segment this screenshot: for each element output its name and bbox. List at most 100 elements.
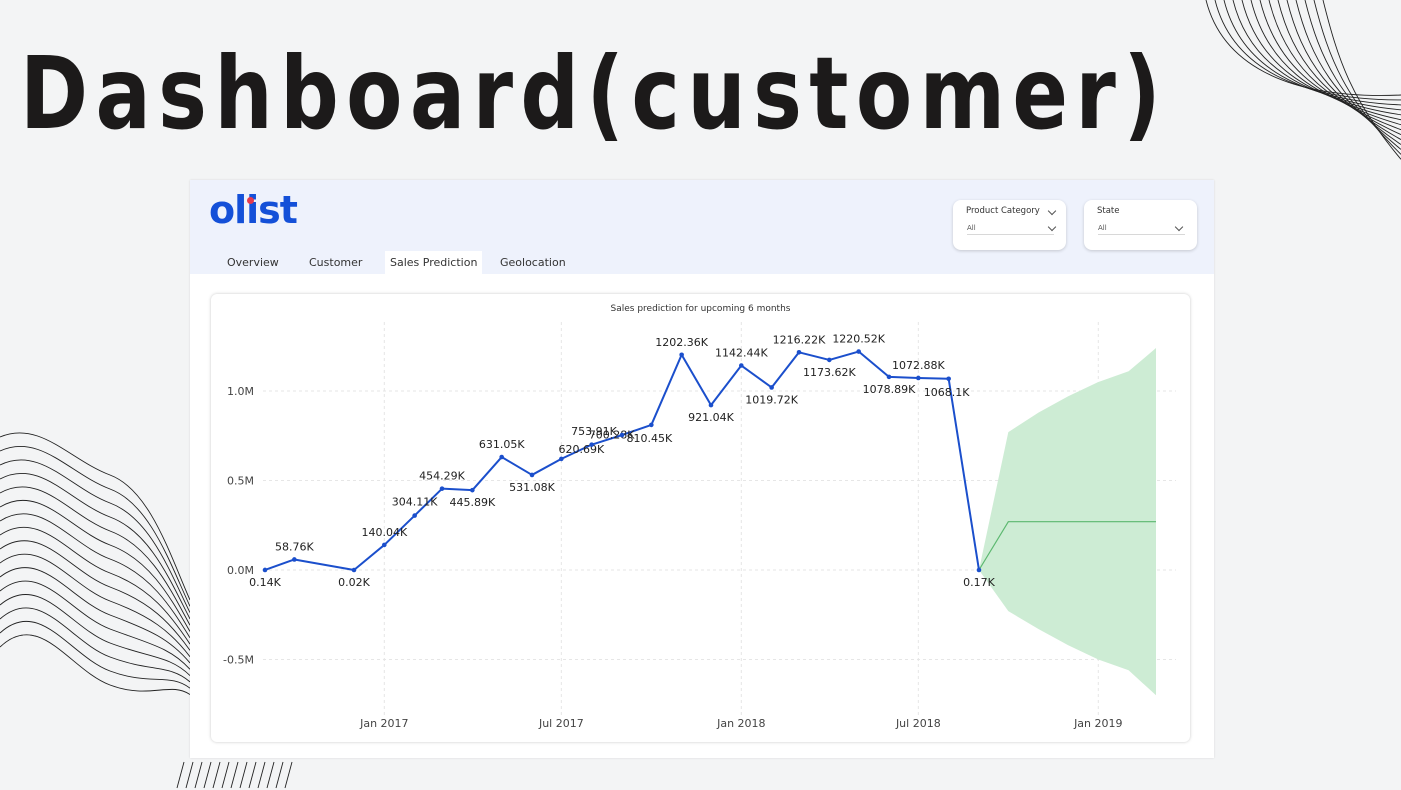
decorative-line: [194, 761, 203, 789]
report-panel: olist Overview Customer Sales Prediction…: [190, 180, 1214, 758]
data-label: 58.76K: [275, 540, 314, 553]
data-label: 1142.44K: [715, 347, 768, 360]
data-point: [946, 376, 951, 382]
y-tick-label: -0.5M: [223, 654, 254, 667]
slicer-underline: [1098, 234, 1185, 235]
data-point: [886, 374, 892, 380]
decorative-waves-top-right: [1205, 0, 1401, 160]
x-tick-label: Jan 2019: [1073, 717, 1122, 730]
x-tick-label: Jan 2018: [716, 717, 765, 730]
decorative-line: [0, 540, 190, 651]
decorative-line: [1313, 0, 1401, 155]
decorative-line: [221, 761, 230, 789]
data-label: 1220.52K: [832, 333, 885, 346]
data-label: 140.04K: [361, 526, 407, 539]
data-point: [976, 567, 982, 573]
chevron-down-icon[interactable]: [1047, 206, 1057, 216]
product-category-slicer[interactable]: Product Category All: [953, 200, 1066, 250]
data-label: 921.04K: [688, 411, 734, 424]
data-point: [529, 472, 535, 478]
data-label: 0.14K: [249, 576, 281, 589]
report-header: olist Overview Customer Sales Prediction…: [190, 180, 1214, 274]
decorative-line: [176, 761, 185, 789]
data-point: [559, 456, 564, 462]
data-label: 631.05K: [479, 438, 525, 451]
decorative-line: [0, 607, 190, 683]
decorative-line: [0, 445, 190, 607]
data-label: 1173.62K: [803, 366, 856, 379]
decorative-line: [257, 761, 266, 789]
decorative-line: [1214, 0, 1401, 101]
chart-title: Sales prediction for upcoming 6 months: [611, 304, 791, 314]
decorative-line: [1277, 0, 1401, 136]
sales-prediction-chart: Sales prediction for upcoming 6 months 1.…: [223, 304, 1176, 730]
data-point: [856, 349, 861, 354]
decorative-line: [203, 761, 212, 789]
decorative-line: [185, 761, 194, 789]
data-point: [351, 567, 357, 573]
slicer-value[interactable]: All: [967, 224, 976, 232]
decorative-line: [1304, 0, 1401, 150]
decorative-line: [1295, 0, 1401, 145]
data-label: 1216.22K: [773, 333, 826, 346]
decorative-line: [275, 761, 284, 789]
data-point: [382, 542, 387, 548]
data-label: 0.02K: [338, 576, 370, 589]
tab-geolocation[interactable]: Geolocation: [500, 251, 566, 274]
data-point: [412, 513, 417, 518]
data-label: 304.11K: [392, 496, 438, 509]
data-label: 1072.88K: [892, 359, 945, 372]
data-point: [439, 486, 445, 491]
data-point: [796, 349, 802, 355]
data-point: [262, 567, 268, 573]
decorative-line: [1241, 0, 1401, 116]
decorative-line: [284, 761, 293, 789]
data-point: [589, 442, 594, 447]
data-point: [739, 363, 744, 368]
chevron-down-icon[interactable]: [1174, 222, 1184, 232]
data-label: 1078.89K: [863, 383, 916, 396]
x-tick-label: Jul 2017: [538, 717, 584, 730]
slicer-label: Product Category: [966, 206, 1040, 216]
data-point: [470, 487, 475, 493]
decorative-line: [0, 553, 190, 657]
data-point: [679, 352, 684, 358]
data-label: 1202.36K: [655, 336, 708, 349]
decorative-line: [0, 634, 190, 695]
data-label: 445.89K: [449, 496, 495, 509]
chevron-down-icon[interactable]: [1047, 222, 1057, 232]
decorative-line: [230, 761, 239, 789]
olist-logo: olist: [209, 188, 298, 232]
decorative-line: [239, 761, 248, 789]
slicer-label: State: [1097, 206, 1120, 216]
logo-dot: [247, 197, 254, 204]
slicer-value[interactable]: All: [1098, 224, 1107, 232]
data-label: 531.08K: [509, 481, 555, 494]
data-label: 810.45K: [626, 432, 672, 445]
decorative-line: [1205, 0, 1401, 96]
data-point: [619, 432, 625, 438]
tab-sales-prediction[interactable]: Sales Prediction: [385, 251, 483, 274]
page-title: Dashboard(customer): [20, 35, 1169, 152]
decorative-line: [0, 432, 190, 601]
y-tick-label: 0.5M: [227, 475, 254, 488]
y-tick-label: 1.0M: [227, 385, 254, 398]
decorative-line: [1259, 0, 1401, 126]
data-point: [499, 454, 504, 460]
data-label: 1068.1K: [924, 386, 970, 399]
decorative-line: [1322, 0, 1401, 160]
data-label: 0.17K: [963, 576, 995, 589]
slicer-underline: [967, 234, 1054, 235]
data-point: [916, 375, 921, 381]
sales-prediction-chart-card: Sales prediction for upcoming 6 months 1.…: [211, 294, 1190, 742]
tab-overview[interactable]: Overview: [227, 251, 279, 274]
data-point: [649, 422, 654, 428]
decorative-line: [0, 620, 190, 689]
decorative-line: [266, 761, 275, 789]
tab-customer[interactable]: Customer: [309, 251, 362, 274]
data-label: 753.91K: [571, 425, 617, 438]
state-slicer[interactable]: State All: [1084, 200, 1197, 250]
decorative-hatch-bottom: [176, 761, 293, 789]
data-label: 620.69K: [558, 443, 604, 456]
decorative-line: [212, 761, 221, 789]
